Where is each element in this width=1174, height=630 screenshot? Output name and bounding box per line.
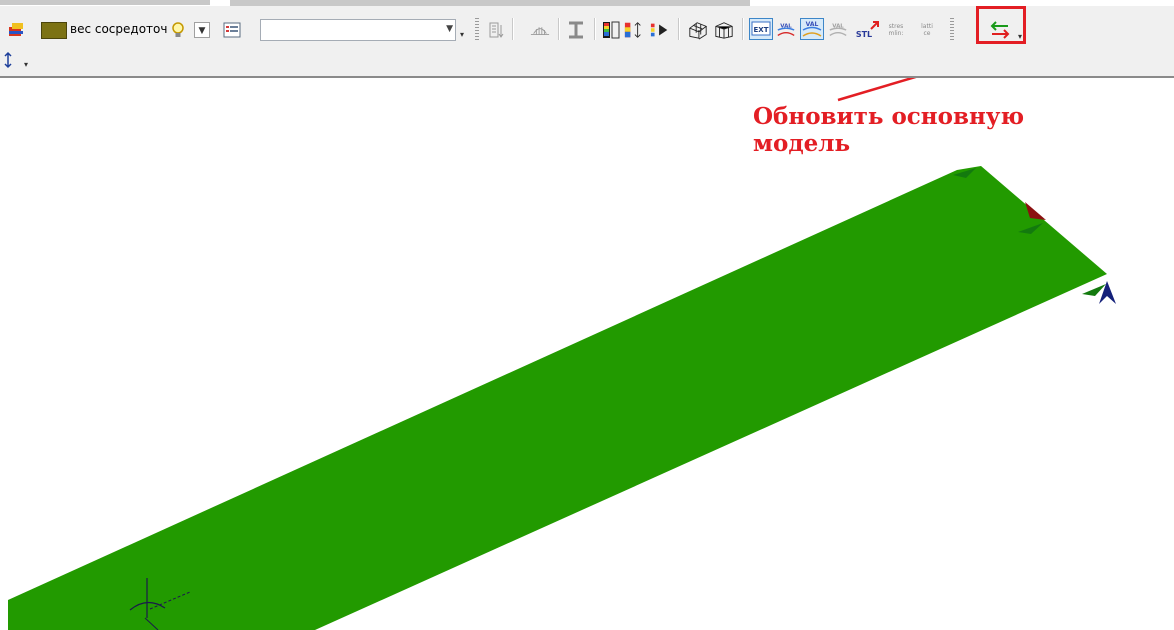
load-arrow-icon [1082,284,1106,296]
results-combo[interactable]: ▼ [260,19,456,41]
toolbar-top-tab [0,0,210,5]
stl-icon[interactable]: STL [854,20,880,40]
combo-arrow-icon: ▼ [446,24,453,34]
update-model-highlight [976,6,1026,44]
stress-text-2: mlin: [888,30,903,37]
model-canvas[interactable] [0,78,1174,630]
section-icon[interactable] [566,20,586,40]
model-viewport[interactable] [0,78,1174,630]
mesh-3d-icon[interactable] [688,20,708,40]
stress-icon[interactable]: stres mlin: [882,20,910,40]
ext-button[interactable]: EXT [749,18,773,40]
mesh-3d-alt-icon[interactable] [714,20,734,40]
lattice-icon[interactable]: latti ce [914,20,940,40]
ext-text: EXT [754,26,769,34]
deformation-scale-icon[interactable] [624,20,644,40]
toolbar-top-tab-2 [230,0,750,6]
stress-text-1: stres [889,23,904,30]
annotation-pointer [837,78,917,102]
toolbar-overflow-icon[interactable]: ▾ [460,30,464,39]
model-icon[interactable] [6,20,26,40]
separator [594,18,596,40]
list-icon[interactable] [222,20,242,40]
update-model-annotation: Обновить основную модель [753,103,1083,157]
stl-text: STL [856,30,872,39]
lattice-text-2: ce [924,30,931,37]
supports-icon[interactable] [530,20,550,40]
column-icon[interactable] [486,20,506,40]
lattice-text-1: latti [921,23,933,30]
secondary-overflow-icon[interactable]: ▾ [24,60,28,69]
toolbar-grip[interactable] [950,18,954,40]
color-scale-icon[interactable] [601,20,621,40]
toolbar-grip[interactable] [475,18,479,40]
val-disabled-icon[interactable]: VAL [828,20,848,40]
load-case-color-swatch[interactable] [41,22,67,39]
load-case-dropdown-button[interactable]: ▼ [194,22,210,38]
separator [678,18,680,40]
animation-icon[interactable] [650,20,670,40]
vertical-arrow-icon[interactable] [2,50,14,70]
val-active-button[interactable]: VAL [800,18,824,40]
annotation-line-2: модель [753,130,851,157]
separator [558,18,560,40]
annotation-line-1: Обновить основную [753,103,1025,130]
secondary-toolbar: ▾ [0,46,200,76]
load-case-label[interactable]: вес сосредоточ [70,22,167,36]
toolbar-area: вес сосредоточ ▼ ▼ ▾ EXT VAL VAL VAL STL… [0,0,1174,78]
separator [742,18,744,40]
val-icon[interactable]: VAL [776,20,796,40]
bulb-icon[interactable] [168,20,188,40]
beam-surface [8,166,1107,630]
blue-arrow-icon [1099,281,1116,304]
separator [512,18,514,40]
